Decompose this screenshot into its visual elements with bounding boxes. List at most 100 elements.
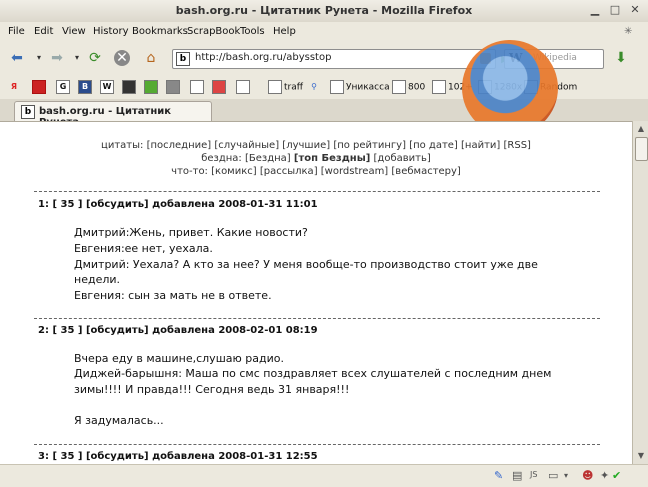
page-icon bbox=[392, 80, 406, 94]
console-icon[interactable]: ▭ bbox=[548, 469, 558, 482]
bookmark-label: traff bbox=[284, 82, 303, 93]
bookmark-extra-1[interactable] bbox=[122, 80, 138, 94]
edit-icon[interactable]: ✎ bbox=[494, 469, 503, 482]
quote-line: Я задумалась... bbox=[74, 414, 164, 427]
link-add[interactable]: [добавить] bbox=[374, 153, 431, 164]
bookmark-icon bbox=[190, 80, 204, 94]
b-bookmark-icon: B bbox=[78, 80, 92, 94]
menu-edit[interactable]: Edit bbox=[34, 26, 53, 37]
throbber-icon: ✳ bbox=[624, 26, 633, 37]
link-webmaster[interactable]: [вебмастеру] bbox=[391, 166, 460, 177]
menu-tools[interactable]: Tools bbox=[240, 26, 265, 37]
link-best[interactable]: [лучшие] bbox=[282, 140, 330, 151]
menu-bar: File Edit View History Bookmarks ScrapBo… bbox=[0, 22, 648, 41]
quote-header[interactable]: 1: [ 35 ] [обсудить] добавлена 2008-01-3… bbox=[38, 199, 318, 210]
forward-icon[interactable]: ➡ bbox=[48, 50, 66, 66]
scroll-down-icon[interactable]: ▼ bbox=[635, 450, 647, 462]
red-bookmark-icon bbox=[32, 80, 46, 94]
bookmark-extra-3[interactable] bbox=[166, 80, 182, 94]
url-input[interactable]: http://bash.org.ru/abysstop bbox=[195, 52, 331, 63]
bookmark-icon bbox=[122, 80, 136, 94]
link-mailing[interactable]: [рассылка] bbox=[260, 166, 318, 177]
nav-quotes: цитаты: [последние] [случайные] [лучшие]… bbox=[0, 140, 632, 151]
nav-abyss: бездна: [Бездна] [топ Бездны] [добавить] bbox=[0, 153, 632, 164]
scroll-thumb[interactable] bbox=[635, 137, 648, 161]
bookmark-800[interactable]: 800 bbox=[392, 80, 425, 94]
quote-line: Евгения:ее нет, уехала. bbox=[74, 242, 213, 255]
back-dropdown-icon[interactable]: ▾ bbox=[30, 50, 48, 66]
bookmark-icon bbox=[236, 80, 250, 94]
quote-line: недели. bbox=[74, 273, 121, 286]
quote-line: Евгения: сын за мать не в ответе. bbox=[74, 289, 272, 302]
status-bar: ✎ ▤ JS ▭ ▾ ☻ ✦ ✔ bbox=[0, 464, 648, 487]
link-wordstream[interactable]: [wordstream] bbox=[321, 166, 388, 177]
link-by-date[interactable]: [по дате] bbox=[409, 140, 458, 151]
quote-line: Диджей-барышня: Маша по смс поздравляет … bbox=[74, 367, 552, 380]
quote-header[interactable]: 2: [ 35 ] [обсудить] добавлена 2008-02-0… bbox=[38, 325, 318, 336]
bookmark-icon bbox=[166, 80, 180, 94]
bookmark-yandex[interactable]: Я bbox=[8, 80, 22, 94]
bookmark-w[interactable]: W bbox=[100, 80, 116, 94]
menu-view[interactable]: View bbox=[62, 26, 86, 37]
link-search[interactable]: [найти] bbox=[461, 140, 500, 151]
site-favicon-icon: b bbox=[176, 52, 190, 66]
bookmark-b[interactable]: B bbox=[78, 80, 94, 94]
bookmark-icon bbox=[144, 80, 158, 94]
divider bbox=[34, 444, 600, 445]
stop-icon[interactable]: ✕ bbox=[114, 50, 130, 66]
page-icon bbox=[432, 80, 446, 94]
title-bar: bash.org.ru - Цитатник Рунета - Mozilla … bbox=[0, 0, 648, 23]
bookmark-google[interactable]: G bbox=[56, 80, 72, 94]
bookmark-link[interactable]: ⚲ bbox=[308, 80, 322, 94]
menu-file[interactable]: File bbox=[8, 26, 25, 37]
bookmark-extra-6[interactable] bbox=[236, 80, 252, 94]
link-rss[interactable]: [RSS] bbox=[504, 140, 531, 151]
bookmark-extra-2[interactable] bbox=[144, 80, 160, 94]
nav-label: что-то: bbox=[171, 166, 208, 177]
addon-icon[interactable]: ☻ bbox=[582, 469, 593, 482]
maximize-icon[interactable]: □ bbox=[608, 3, 622, 17]
scrapbook-icon[interactable]: ⬇ bbox=[612, 50, 630, 66]
forward-dropdown-icon[interactable]: ▾ bbox=[68, 50, 86, 66]
bookmark-extra-5[interactable] bbox=[212, 80, 228, 94]
w-bookmark-icon: W bbox=[100, 80, 114, 94]
menu-scrapbook[interactable]: ScrapBook bbox=[187, 26, 240, 37]
nav-label: бездна: bbox=[201, 153, 242, 164]
divider bbox=[34, 318, 600, 319]
quote-line: зимы!!!! И правда!!! Сегодня ведь 31 янв… bbox=[74, 383, 350, 396]
reload-icon[interactable]: ⟳ bbox=[86, 50, 104, 66]
close-icon[interactable]: ✕ bbox=[628, 3, 642, 17]
tab-bash-org[interactable]: b bash.org.ru - Цитатник Рунета bbox=[14, 101, 212, 128]
url-bar[interactable]: b http://bash.org.ru/abysstop bbox=[172, 49, 496, 69]
bookmark-red[interactable] bbox=[32, 80, 48, 94]
css-icon[interactable]: JS bbox=[530, 470, 537, 479]
link-by-rating[interactable]: [по рейтингу] bbox=[333, 140, 406, 151]
bookmark-unikassa[interactable]: Уникасса bbox=[330, 80, 390, 94]
link-latest[interactable]: [последние] bbox=[147, 140, 212, 151]
nav-misc: что-то: [комикс] [рассылка] [wordstream]… bbox=[0, 166, 632, 177]
home-icon[interactable]: ⌂ bbox=[142, 50, 160, 66]
bookmark-extra-4[interactable] bbox=[190, 80, 206, 94]
bookmark-traff[interactable]: traff bbox=[268, 80, 303, 94]
link-abyss-top: [топ Бездны] bbox=[293, 153, 371, 164]
nav-label: цитаты: bbox=[101, 140, 144, 151]
back-icon[interactable]: ⬅ bbox=[8, 50, 26, 66]
dropdown-icon[interactable]: ▾ bbox=[564, 471, 568, 480]
bookmark-icon bbox=[212, 80, 226, 94]
scroll-up-icon[interactable]: ▲ bbox=[635, 123, 647, 135]
menu-history[interactable]: History bbox=[93, 26, 129, 37]
page-icon bbox=[268, 80, 282, 94]
minimize-icon[interactable]: ▁ bbox=[588, 3, 602, 17]
menu-bookmarks[interactable]: Bookmarks bbox=[132, 26, 188, 37]
notes-icon[interactable]: ▤ bbox=[512, 469, 522, 482]
tool-icon[interactable]: ✦ bbox=[600, 469, 609, 482]
link-abyss[interactable]: [Бездна] bbox=[245, 153, 291, 164]
yandex-icon: Я bbox=[10, 81, 18, 91]
menu-help[interactable]: Help bbox=[273, 26, 296, 37]
quote-line: Вчера еду в машине,слушаю радио. bbox=[74, 352, 284, 365]
link-random[interactable]: [случайные] bbox=[214, 140, 279, 151]
link-comics[interactable]: [комикс] bbox=[211, 166, 257, 177]
site-favicon-icon: b bbox=[21, 105, 35, 119]
vertical-scrollbar[interactable]: ▲ ▼ bbox=[632, 121, 648, 464]
quote-header[interactable]: 3: [ 35 ] [обсудить] добавлена 2008-01-3… bbox=[38, 451, 318, 462]
